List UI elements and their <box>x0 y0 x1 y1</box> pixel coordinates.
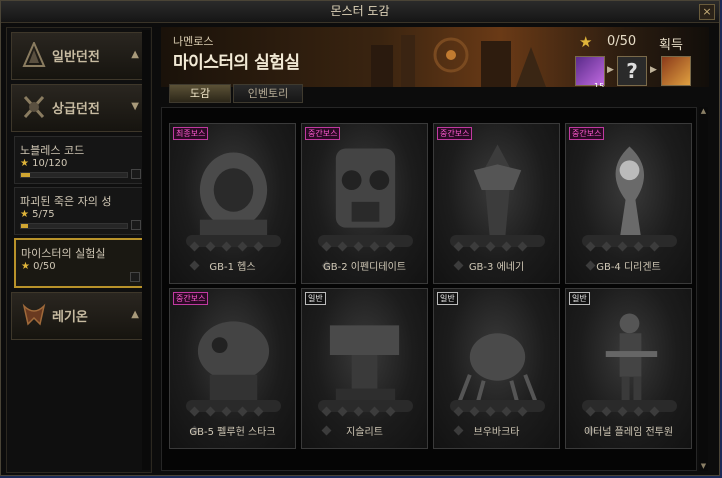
expand-arrow-icon[interactable]: ▼ <box>131 101 139 112</box>
dungeon-title: 마이스터의 실험실 <box>173 53 300 73</box>
star-rating <box>582 400 677 436</box>
monster-name: GB-2 이펜디테이트 <box>323 262 406 273</box>
monster-name: 브우바크타 <box>473 427 520 438</box>
monster-portrait <box>335 148 396 228</box>
scroll-down-icon[interactable]: ▼ <box>699 462 708 471</box>
star-rating <box>450 235 545 271</box>
monster-portrait <box>473 144 522 236</box>
star-icon: ★ <box>20 209 29 220</box>
star-icon: ★ <box>21 261 30 272</box>
checkbox[interactable] <box>130 272 140 282</box>
reward-item-3[interactable] <box>661 56 691 86</box>
monster-portrait <box>615 146 645 240</box>
reward-item-1[interactable]: 15 <box>575 56 605 87</box>
star-rating <box>186 235 281 271</box>
star-icon: ★ <box>579 33 593 51</box>
star-count: 0/50 <box>607 34 637 49</box>
dungeon-name: 노블레스 코드 <box>20 144 85 157</box>
reward-item-2-mystery[interactable]: ? <box>617 56 647 86</box>
advanced-dungeon-emblem-icon <box>23 95 45 119</box>
monster-card[interactable]: 중간보스 GB-4 디리겐트 <box>565 123 692 284</box>
normal-dungeon-emblem-icon <box>22 42 46 67</box>
monster-name: GB-4 디리겐트 <box>596 262 661 273</box>
category-normal-dungeon[interactable]: 일반던전 ▲ <box>11 32 148 80</box>
dungeon-item-destroyed-castle[interactable]: 파괴된 죽은 자의 성 ★ 5/75 <box>14 187 148 235</box>
item-count: 15 <box>594 82 605 87</box>
star-rating <box>318 400 413 436</box>
monster-rank-badge: 최종보스 <box>173 127 209 140</box>
monster-name: GB-1 헵스 <box>209 262 256 273</box>
progress-bar <box>20 223 128 229</box>
monster-portrait <box>605 313 658 403</box>
tab-codex[interactable]: 도감 <box>169 84 231 103</box>
arrow-right-icon: ▶ <box>607 65 614 75</box>
scroll-up-icon[interactable]: ▲ <box>699 107 708 116</box>
main-panel: 나멘로스 마이스터의 실험실 ★ 0/50 획득 15 ▶ ? ▶ ★10 ★3… <box>161 27 709 472</box>
category-label: 상급던전 <box>52 102 100 117</box>
close-button[interactable]: × <box>699 4 715 20</box>
sidebar: 일반던전 ▲ 상급던전 ▼ 노블레스 코드 ★ 10/120 파괴된 죽은 자의… <box>6 27 152 473</box>
checkbox[interactable] <box>131 169 141 179</box>
monster-rank-badge: 중간보스 <box>437 127 473 140</box>
monster-portrait <box>458 333 537 403</box>
monster-rank-badge: 중간보스 <box>569 127 605 140</box>
progress-fill <box>21 173 30 177</box>
monster-name: 지슬리트 <box>346 427 383 438</box>
star-rating <box>318 235 413 271</box>
monster-card[interactable]: 일반이터널 플레임 전투원 <box>565 288 692 449</box>
title-bar[interactable]: 몬스터 도감 × <box>1 1 719 23</box>
dungeon-progress: ★ 5/75 <box>20 209 55 220</box>
category-label: 일반던전 <box>52 50 100 65</box>
star-rating <box>450 400 545 436</box>
monster-card[interactable]: 일반지슬리트 <box>301 288 428 449</box>
dungeon-progress: ★ 10/120 <box>20 158 68 169</box>
collapse-arrow-icon[interactable]: ▲ <box>131 49 139 60</box>
progress-fill <box>21 224 29 228</box>
monster-portrait <box>199 152 268 236</box>
grid-scrollbar[interactable]: ▲ ▼ <box>699 107 708 471</box>
arrow-right-icon: ▶ <box>650 65 657 75</box>
monster-name: GB-5 펠루헌 스타크 <box>189 427 276 438</box>
category-advanced-dungeon[interactable]: 상급던전 ▼ <box>11 84 148 132</box>
monster-rank-badge: 일반 <box>569 292 590 305</box>
dungeon-name: 마이스터의 실험실 <box>21 247 106 260</box>
monster-rank-badge: 중간보스 <box>173 292 209 305</box>
monster-rank-badge: 중간보스 <box>305 127 341 140</box>
dungeon-name: 파괴된 죽은 자의 성 <box>20 195 112 208</box>
acquire-label: 획득 <box>659 38 683 53</box>
monster-card[interactable]: 중간보스 GB-3 에네기 <box>433 123 560 284</box>
monster-card[interactable]: 중간보스 GB-2 이펜디테이트 <box>301 123 428 284</box>
sidebar-scrollbar[interactable] <box>142 30 150 470</box>
region-name: 나멘로스 <box>173 35 214 48</box>
monster-portrait <box>197 321 270 401</box>
monster-card[interactable]: 일반브우바크타 <box>433 288 560 449</box>
dungeon-item-noblesse-code[interactable]: 노블레스 코드 ★ 10/120 <box>14 136 148 184</box>
star-icon: ★ <box>20 158 29 169</box>
monster-name: 이터널 플레임 전투원 <box>583 427 674 438</box>
monster-grid: 최종보스 GB-1 헵스 중간보스 GB-2 이펜디테이트 중간보스 GB-3 에네기 중간… <box>161 107 697 471</box>
legion-emblem-icon <box>22 303 46 326</box>
category-label: 레기온 <box>52 310 88 325</box>
tab-inventory[interactable]: 인벤토리 <box>233 84 303 103</box>
monster-codex-window: 몬스터 도감 × 일반던전 ▲ 상급던전 ▼ 노블레스 코드 ★ 10/120 … <box>0 0 720 476</box>
lab-machinery-illustration <box>371 35 546 87</box>
monster-portrait <box>329 325 400 401</box>
monster-rank-badge: 일반 <box>437 292 458 305</box>
dungeon-item-meister-lab[interactable]: 마이스터의 실험실 ★ 0/50 <box>14 238 148 288</box>
reward-panel: ★ 0/50 획득 15 ▶ ? ▶ ★10 ★35 ★50 <box>571 31 701 87</box>
monster-name: GB-3 에네기 <box>468 262 525 273</box>
monster-card[interactable]: 최종보스 GB-1 헵스 <box>169 123 296 284</box>
collapse-arrow-icon[interactable]: ▲ <box>131 309 139 320</box>
star-rating <box>186 400 281 436</box>
progress-bar <box>20 172 128 178</box>
window-title: 몬스터 도감 <box>330 4 390 18</box>
checkbox[interactable] <box>131 220 141 230</box>
dungeon-progress: ★ 0/50 <box>21 261 56 272</box>
monster-card[interactable]: 중간보스 GB-5 펠루헌 스타크 <box>169 288 296 449</box>
category-legion[interactable]: 레기온 ▲ <box>11 292 148 340</box>
monster-rank-badge: 일반 <box>305 292 326 305</box>
dungeon-banner: 나멘로스 마이스터의 실험실 ★ 0/50 획득 15 ▶ ? ▶ ★10 ★3… <box>161 27 709 87</box>
star-rating <box>582 235 677 271</box>
